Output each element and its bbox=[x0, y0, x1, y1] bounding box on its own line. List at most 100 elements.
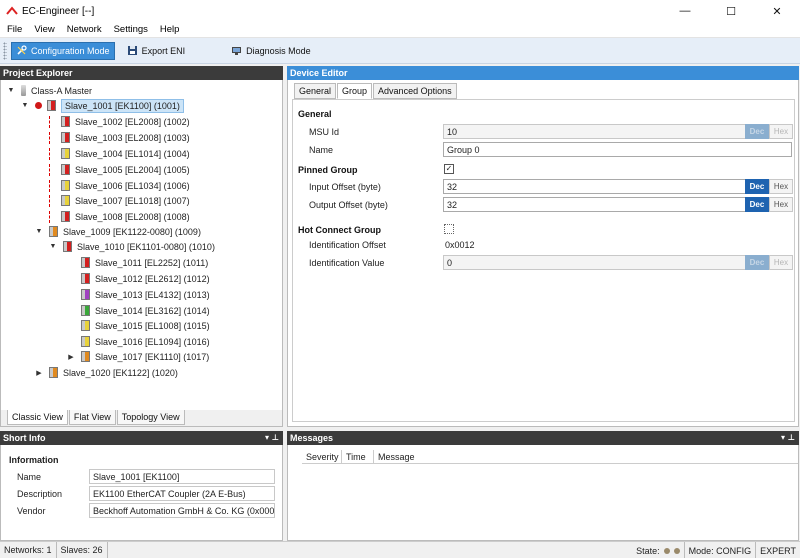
tree-node[interactable]: Slave_1005 [EL2004] (1005) bbox=[49, 162, 190, 177]
tree-node[interactable]: Slave_1003 [EL2008] (1003) bbox=[49, 130, 190, 145]
slave-device-icon bbox=[81, 257, 90, 268]
tree-node[interactable]: Slave_1011 [EL2252] (1011) bbox=[67, 255, 208, 270]
slave-device-icon bbox=[61, 211, 70, 222]
slave-device-icon bbox=[81, 320, 90, 331]
slave-device-icon bbox=[81, 305, 90, 316]
tree-node-label: Slave_1004 [EL1014] (1004) bbox=[75, 148, 190, 159]
expand-arrow-icon[interactable]: ▶ bbox=[67, 353, 75, 361]
tree-node[interactable]: ▶ Slave_1020 [EK1122] (1020) bbox=[35, 365, 178, 380]
maximize-button[interactable]: ☐ bbox=[708, 0, 754, 22]
tab-topology-view[interactable]: Topology View bbox=[116, 410, 185, 425]
device-editor-header: Device Editor bbox=[287, 66, 799, 80]
tree-node[interactable]: Slave_1013 [EL4132] (1013) bbox=[67, 287, 210, 302]
general-section-title: General bbox=[298, 109, 332, 119]
tree-node-label: Slave_1007 [EL1018] (1007) bbox=[75, 195, 190, 206]
menu-network[interactable]: Network bbox=[61, 24, 108, 35]
tree-node-label: Slave_1001 [EK1100] (1001) bbox=[61, 98, 184, 113]
group-tab-content: General MSU Id 10 Dec Hex Name Group 0 P… bbox=[292, 99, 795, 422]
slave-device-icon bbox=[49, 367, 58, 378]
msu-id-hex-option: Hex bbox=[769, 124, 793, 139]
menu-settings[interactable]: Settings bbox=[108, 24, 154, 35]
tree-node[interactable]: Slave_1014 [EL3162] (1014) bbox=[67, 303, 210, 318]
minimize-button[interactable]: — bbox=[662, 0, 708, 22]
tab-group[interactable]: Group bbox=[337, 83, 373, 99]
msu-id-dec-option: Dec bbox=[745, 124, 769, 139]
tree-node[interactable]: Slave_1015 [EL1008] (1015) bbox=[67, 318, 210, 333]
name-label: Name bbox=[309, 145, 334, 155]
tree-node[interactable]: ▼ Slave_1010 [EK1101-0080] (1010) bbox=[49, 239, 215, 254]
tree-node[interactable]: Slave_1006 [EL1034] (1006) bbox=[49, 178, 190, 193]
short-info-name-field[interactable]: Slave_1001 [EK1100] bbox=[89, 469, 275, 484]
collapse-arrow-icon[interactable]: ▼ bbox=[7, 87, 15, 94]
tree-node[interactable]: ▶ Slave_1017 [EK1110] (1017) bbox=[67, 349, 209, 364]
diagnosis-mode-button[interactable]: Diagnosis Mode bbox=[227, 42, 315, 60]
slave-device-icon bbox=[61, 132, 70, 143]
menu-help[interactable]: Help bbox=[154, 24, 186, 35]
dropdown-arrow-icon[interactable]: ▾ bbox=[265, 433, 269, 442]
column-severity[interactable]: Severity bbox=[302, 450, 342, 463]
tab-general[interactable]: General bbox=[294, 83, 337, 99]
menu-file[interactable]: File bbox=[0, 24, 28, 35]
output-offset-dec-button[interactable]: Dec bbox=[745, 197, 769, 212]
identification-value-field: 0 bbox=[443, 255, 746, 270]
slave-device-icon bbox=[81, 351, 90, 362]
collapse-arrow-icon[interactable]: ▼ bbox=[21, 102, 29, 109]
menu-bar: File View Network Settings Help bbox=[0, 22, 800, 38]
tree-node-label: Slave_1005 [EL2004] (1005) bbox=[75, 164, 190, 175]
output-offset-label: Output Offset (byte) bbox=[309, 200, 388, 210]
tree-node[interactable]: Slave_1007 [EL1018] (1007) bbox=[49, 193, 190, 208]
collapse-arrow-icon[interactable]: ▼ bbox=[49, 243, 57, 250]
tree-node[interactable]: ▼ Class-A Master bbox=[7, 83, 92, 98]
short-info-description-field[interactable]: EK1100 EtherCAT Coupler (2A E-Bus) bbox=[89, 486, 275, 501]
output-offset-hex-button[interactable]: Hex bbox=[769, 197, 793, 212]
short-info-vendor-field[interactable]: Beckhoff Automation GmbH & Co. KG (0x000… bbox=[89, 503, 275, 518]
input-offset-dec-button[interactable]: Dec bbox=[745, 179, 769, 194]
group-name-input[interactable]: Group 0 bbox=[443, 142, 792, 157]
short-info-name-label: Name bbox=[17, 472, 42, 482]
collapse-arrow-icon[interactable]: ▼ bbox=[35, 228, 43, 235]
tab-flat-view[interactable]: Flat View bbox=[68, 410, 116, 425]
hot-connect-group-checkbox[interactable] bbox=[444, 224, 454, 234]
link-line-icon bbox=[49, 131, 57, 144]
output-offset-input[interactable]: 32 bbox=[443, 197, 746, 212]
dropdown-arrow-icon[interactable]: ▾ bbox=[781, 433, 785, 442]
tree-node-label: Slave_1014 [EL3162] (1014) bbox=[95, 305, 210, 316]
toolbar-grip[interactable] bbox=[3, 41, 7, 60]
configuration-mode-button[interactable]: Configuration Mode bbox=[11, 41, 115, 60]
tree-node-label: Slave_1013 [EL4132] (1013) bbox=[95, 289, 210, 300]
status-expert: EXPERT bbox=[760, 545, 796, 556]
tab-advanced-options[interactable]: Advanced Options bbox=[373, 83, 457, 99]
project-explorer-tree: ▼ Class-A Master ▼ Slave_1001 [EK1100] (100… bbox=[0, 80, 283, 410]
tree-node[interactable]: Slave_1012 [EL2612] (1012) bbox=[67, 271, 210, 286]
tree-node[interactable]: ▼ Slave_1001 [EK1100] (1001) bbox=[21, 98, 184, 113]
link-line-icon bbox=[49, 147, 57, 160]
project-explorer-header: Project Explorer bbox=[0, 66, 283, 80]
pinned-group-section-title: Pinned Group bbox=[298, 165, 358, 175]
toolbar: Configuration Mode Export ENI Diagnosis … bbox=[0, 38, 800, 64]
export-eni-button[interactable]: Export ENI bbox=[123, 42, 190, 60]
column-message[interactable]: Message bbox=[374, 450, 798, 463]
pinned-group-checkbox[interactable]: ✓ bbox=[444, 164, 454, 174]
tree-node[interactable]: Slave_1004 [EL1014] (1004) bbox=[49, 146, 190, 161]
msu-id-format-toggle: Dec Hex bbox=[745, 124, 793, 139]
tree-node[interactable]: Slave_1008 [EL2008] (1008) bbox=[49, 209, 190, 224]
link-line-icon bbox=[49, 115, 57, 128]
tree-node[interactable]: ▼ Slave_1009 [EK1122-0080] (1009) bbox=[35, 224, 201, 239]
slave-device-icon bbox=[63, 241, 72, 252]
pin-icon[interactable]: ⊥ bbox=[788, 433, 795, 442]
device-editor: General Group Advanced Options General M… bbox=[287, 80, 799, 427]
status-bar: Networks: 1 Slaves: 26 State: Mode: CONF… bbox=[0, 541, 800, 558]
input-offset-hex-button[interactable]: Hex bbox=[769, 179, 793, 194]
link-line-icon bbox=[49, 194, 57, 207]
expand-arrow-icon[interactable]: ▶ bbox=[35, 369, 43, 377]
close-button[interactable]: ✕ bbox=[754, 0, 800, 22]
tree-node[interactable]: Slave_1002 [EL2008] (1002) bbox=[49, 114, 190, 129]
tab-classic-view[interactable]: Classic View bbox=[7, 410, 68, 425]
input-offset-input[interactable]: 32 bbox=[443, 179, 746, 194]
status-state-label: State: bbox=[636, 545, 660, 556]
column-time[interactable]: Time bbox=[342, 450, 374, 463]
messages-header: Messages ▾ ⊥ bbox=[287, 431, 799, 445]
pin-icon[interactable]: ⊥ bbox=[272, 433, 279, 442]
menu-view[interactable]: View bbox=[28, 24, 60, 35]
tree-node[interactable]: Slave_1016 [EL1094] (1016) bbox=[67, 334, 210, 349]
